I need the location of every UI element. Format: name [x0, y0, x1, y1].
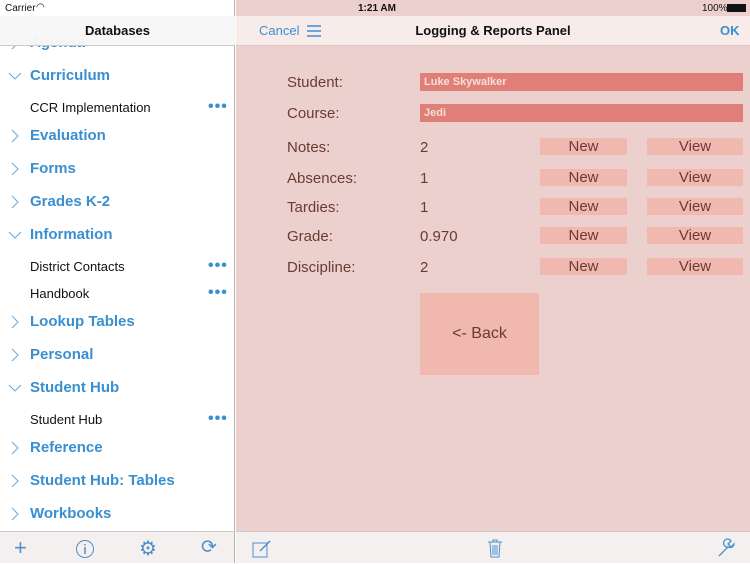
- view-button[interactable]: View: [647, 198, 743, 215]
- ok-button[interactable]: OK: [720, 16, 740, 46]
- sidebar-section-label: Personal: [30, 346, 94, 363]
- cancel-button[interactable]: Cancel: [259, 16, 299, 46]
- view-button[interactable]: View: [647, 169, 743, 186]
- sidebar-subitem[interactable]: Handbook: [30, 286, 89, 301]
- row-value: 1: [420, 199, 429, 216]
- row-label: Tardies:: [287, 199, 340, 216]
- add-icon[interactable]: +: [14, 535, 27, 561]
- row-label: Discipline:: [287, 259, 356, 276]
- battery-level: 100%: [702, 3, 728, 14]
- row-label: Absences:: [287, 170, 358, 187]
- row-label: Notes:: [287, 139, 331, 156]
- battery-icon: [727, 4, 746, 12]
- sidebar-section-label: Lookup Tables: [30, 313, 135, 330]
- compose-icon[interactable]: [252, 539, 272, 564]
- carrier: Carrier: [5, 3, 36, 14]
- row-value: 0.970: [420, 228, 458, 245]
- info-icon[interactable]: [75, 539, 95, 564]
- wifi-icon: ◠: [36, 2, 45, 13]
- sidebar-section[interactable]: Evaluation: [0, 121, 235, 151]
- student-label: Student:: [287, 74, 343, 91]
- more-options-icon[interactable]: •••: [208, 257, 228, 275]
- back-button[interactable]: <- Back: [420, 293, 539, 375]
- sidebar-toolbar: + ⚙ ⟳: [0, 531, 235, 563]
- sidebar-section[interactable]: Grades K-2: [0, 187, 235, 217]
- new-button[interactable]: New: [540, 258, 627, 275]
- chevron-down-icon: [8, 220, 22, 260]
- trash-icon[interactable]: [487, 538, 503, 563]
- sidebar-section-label: Reference: [30, 439, 103, 456]
- status-bar: Carrier ◠ 1:21 AM 100%: [0, 0, 750, 16]
- row-label: Grade:: [287, 228, 333, 245]
- view-button[interactable]: View: [647, 138, 743, 155]
- new-button[interactable]: New: [540, 198, 627, 215]
- new-button[interactable]: New: [540, 227, 627, 244]
- clock: 1:21 AM: [358, 3, 396, 14]
- student-field[interactable]: Luke Skywalker: [420, 73, 743, 91]
- sidebar: AgendaCurriculumCCR Implementation•••Eva…: [0, 0, 235, 563]
- sidebar-section[interactable]: Student Hub: Tables: [0, 466, 235, 496]
- more-options-icon[interactable]: •••: [208, 98, 228, 116]
- panel-header: Cancel Logging & Reports Panel OK: [236, 16, 750, 46]
- sidebar-section[interactable]: Personal: [0, 340, 235, 370]
- row-value: 2: [420, 139, 429, 156]
- sidebar-subitem[interactable]: District Contacts: [30, 259, 125, 274]
- chevron-down-icon: [8, 61, 22, 101]
- sidebar-section[interactable]: Lookup Tables: [0, 307, 235, 337]
- sidebar-section-label: Information: [30, 226, 113, 243]
- new-button[interactable]: New: [540, 138, 627, 155]
- chevron-down-icon: [8, 373, 22, 413]
- sidebar-subitem[interactable]: CCR Implementation: [30, 100, 151, 115]
- sidebar-section[interactable]: Information: [0, 220, 235, 250]
- course-label: Course:: [287, 105, 340, 122]
- view-button[interactable]: View: [647, 258, 743, 275]
- more-options-icon[interactable]: •••: [208, 410, 228, 428]
- sidebar-section-label: Curriculum: [30, 67, 111, 84]
- sidebar-section-label: Workbooks: [30, 505, 112, 522]
- menu-icon[interactable]: [307, 16, 321, 57]
- sidebar-section[interactable]: Curriculum: [0, 61, 235, 91]
- sidebar-title: Databases: [0, 16, 235, 46]
- sidebar-section[interactable]: Workbooks: [0, 499, 235, 529]
- sync-icon[interactable]: ⟳: [201, 536, 217, 559]
- new-button[interactable]: New: [540, 169, 627, 186]
- gear-icon[interactable]: ⚙: [139, 536, 157, 561]
- sidebar-section-label: Student Hub: Tables: [30, 472, 175, 489]
- view-button[interactable]: View: [647, 227, 743, 244]
- sidebar-section[interactable]: Student Hub: [0, 373, 235, 403]
- sidebar-section-label: Forms: [30, 160, 76, 177]
- wrench-icon[interactable]: [717, 538, 737, 563]
- course-field[interactable]: Jedi: [420, 104, 743, 122]
- row-value: 1: [420, 170, 429, 187]
- row-value: 2: [420, 259, 429, 276]
- panel-toolbar: [236, 531, 750, 563]
- sidebar-section-label: Grades K-2: [30, 193, 111, 210]
- sidebar-section-label: Student Hub: [30, 379, 120, 396]
- sidebar-section-label: Evaluation: [30, 127, 106, 144]
- more-options-icon[interactable]: •••: [208, 284, 228, 302]
- sidebar-section[interactable]: Reference: [0, 433, 235, 463]
- sidebar-subitem[interactable]: Student Hub: [30, 412, 102, 427]
- sidebar-section[interactable]: Forms: [0, 154, 235, 184]
